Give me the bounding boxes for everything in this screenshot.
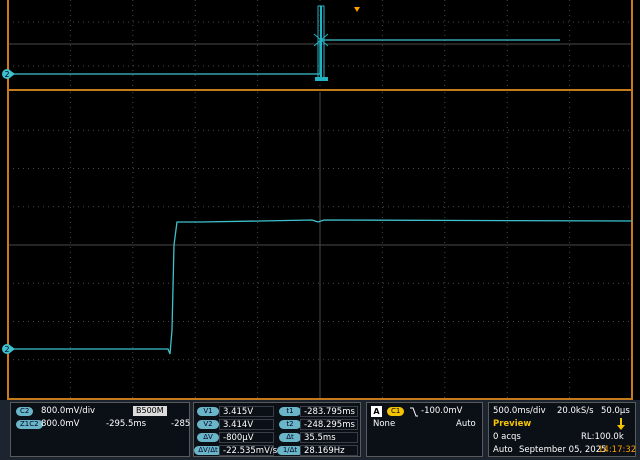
falling-edge-icon [410,407,418,417]
c2-scale: 800.0mV/div [41,406,96,416]
bw-value: 500M [141,406,164,415]
v1-tag: V1 [197,407,219,416]
trigger-coupling: None [373,419,396,429]
dvdt-tag: ΔV/Δt [194,446,222,455]
v2-tag: V2 [197,420,219,429]
cursor-panel[interactable]: V1 3.415V V2 3.414V ΔV -800µV ΔV/Δt -22.… [193,402,361,457]
t2-tag: t2 [279,420,301,429]
channel-panel[interactable]: C2 800.0mV/div B500M Z1C2 800.0mV -295.5… [10,402,190,457]
acq-state: Preview [493,419,532,429]
date: September 05, 2025 [519,445,607,455]
acq-mode: Auto [493,445,513,455]
trigger-source[interactable]: C1 [387,407,405,416]
trigger-panel[interactable]: A C1 -100.0mV None Auto [366,402,483,457]
clock-time: 14:17:32 [598,445,637,455]
acq-count: 0 acqs [493,432,521,442]
svg-text:2: 2 [4,345,9,354]
zoom-position: -295.5ms [106,419,147,429]
dv-tag: ΔV [197,433,219,442]
status-bar: C2 800.0mV/div B500M Z1C2 800.0mV -295.5… [0,400,640,460]
sample-rate: 20.0kS/s [557,406,594,416]
svg-text:2: 2 [4,70,9,79]
record-length: RL:100.0k [581,432,624,442]
dv-value: -800µV [219,432,274,443]
zoom-scale: 800.0mV [41,419,80,429]
dt-tag: Δt [279,433,301,442]
t1-value: -283.795ms [300,406,358,417]
timebase: 500.0ms/div [493,406,546,416]
time-resolution: 50.0µs [601,406,630,416]
zoom-tag[interactable]: Z1C2 [16,420,43,429]
trigger-level: -100.0mV [421,406,463,416]
c2-tag[interactable]: C2 [16,407,34,416]
freq-value: 28.169Hz [300,445,358,456]
trigger-mode-tag: A [371,406,382,417]
zoom-handle [315,77,328,81]
scope-display[interactable]: 2 2 [0,0,640,400]
dt-value: 35.5ms [300,432,358,443]
bandwidth-badge: B500M [133,406,167,416]
down-arrow-icon [617,418,625,430]
v1-value: 3.415V [219,406,274,417]
t1-tag: t1 [279,407,301,416]
dvdt-value: -22.535mV/s [219,445,277,456]
trigger-mode: Auto [456,419,476,429]
t2-value: -248.295ms [300,419,358,430]
waveform-area[interactable]: 2 2 [0,0,640,400]
v2-value: 3.414V [219,419,274,430]
zoom-extra: -285 [171,419,191,429]
acquisition-panel[interactable]: 500.0ms/div 20.0kS/s 50.0µs Preview 0 ac… [488,402,636,457]
